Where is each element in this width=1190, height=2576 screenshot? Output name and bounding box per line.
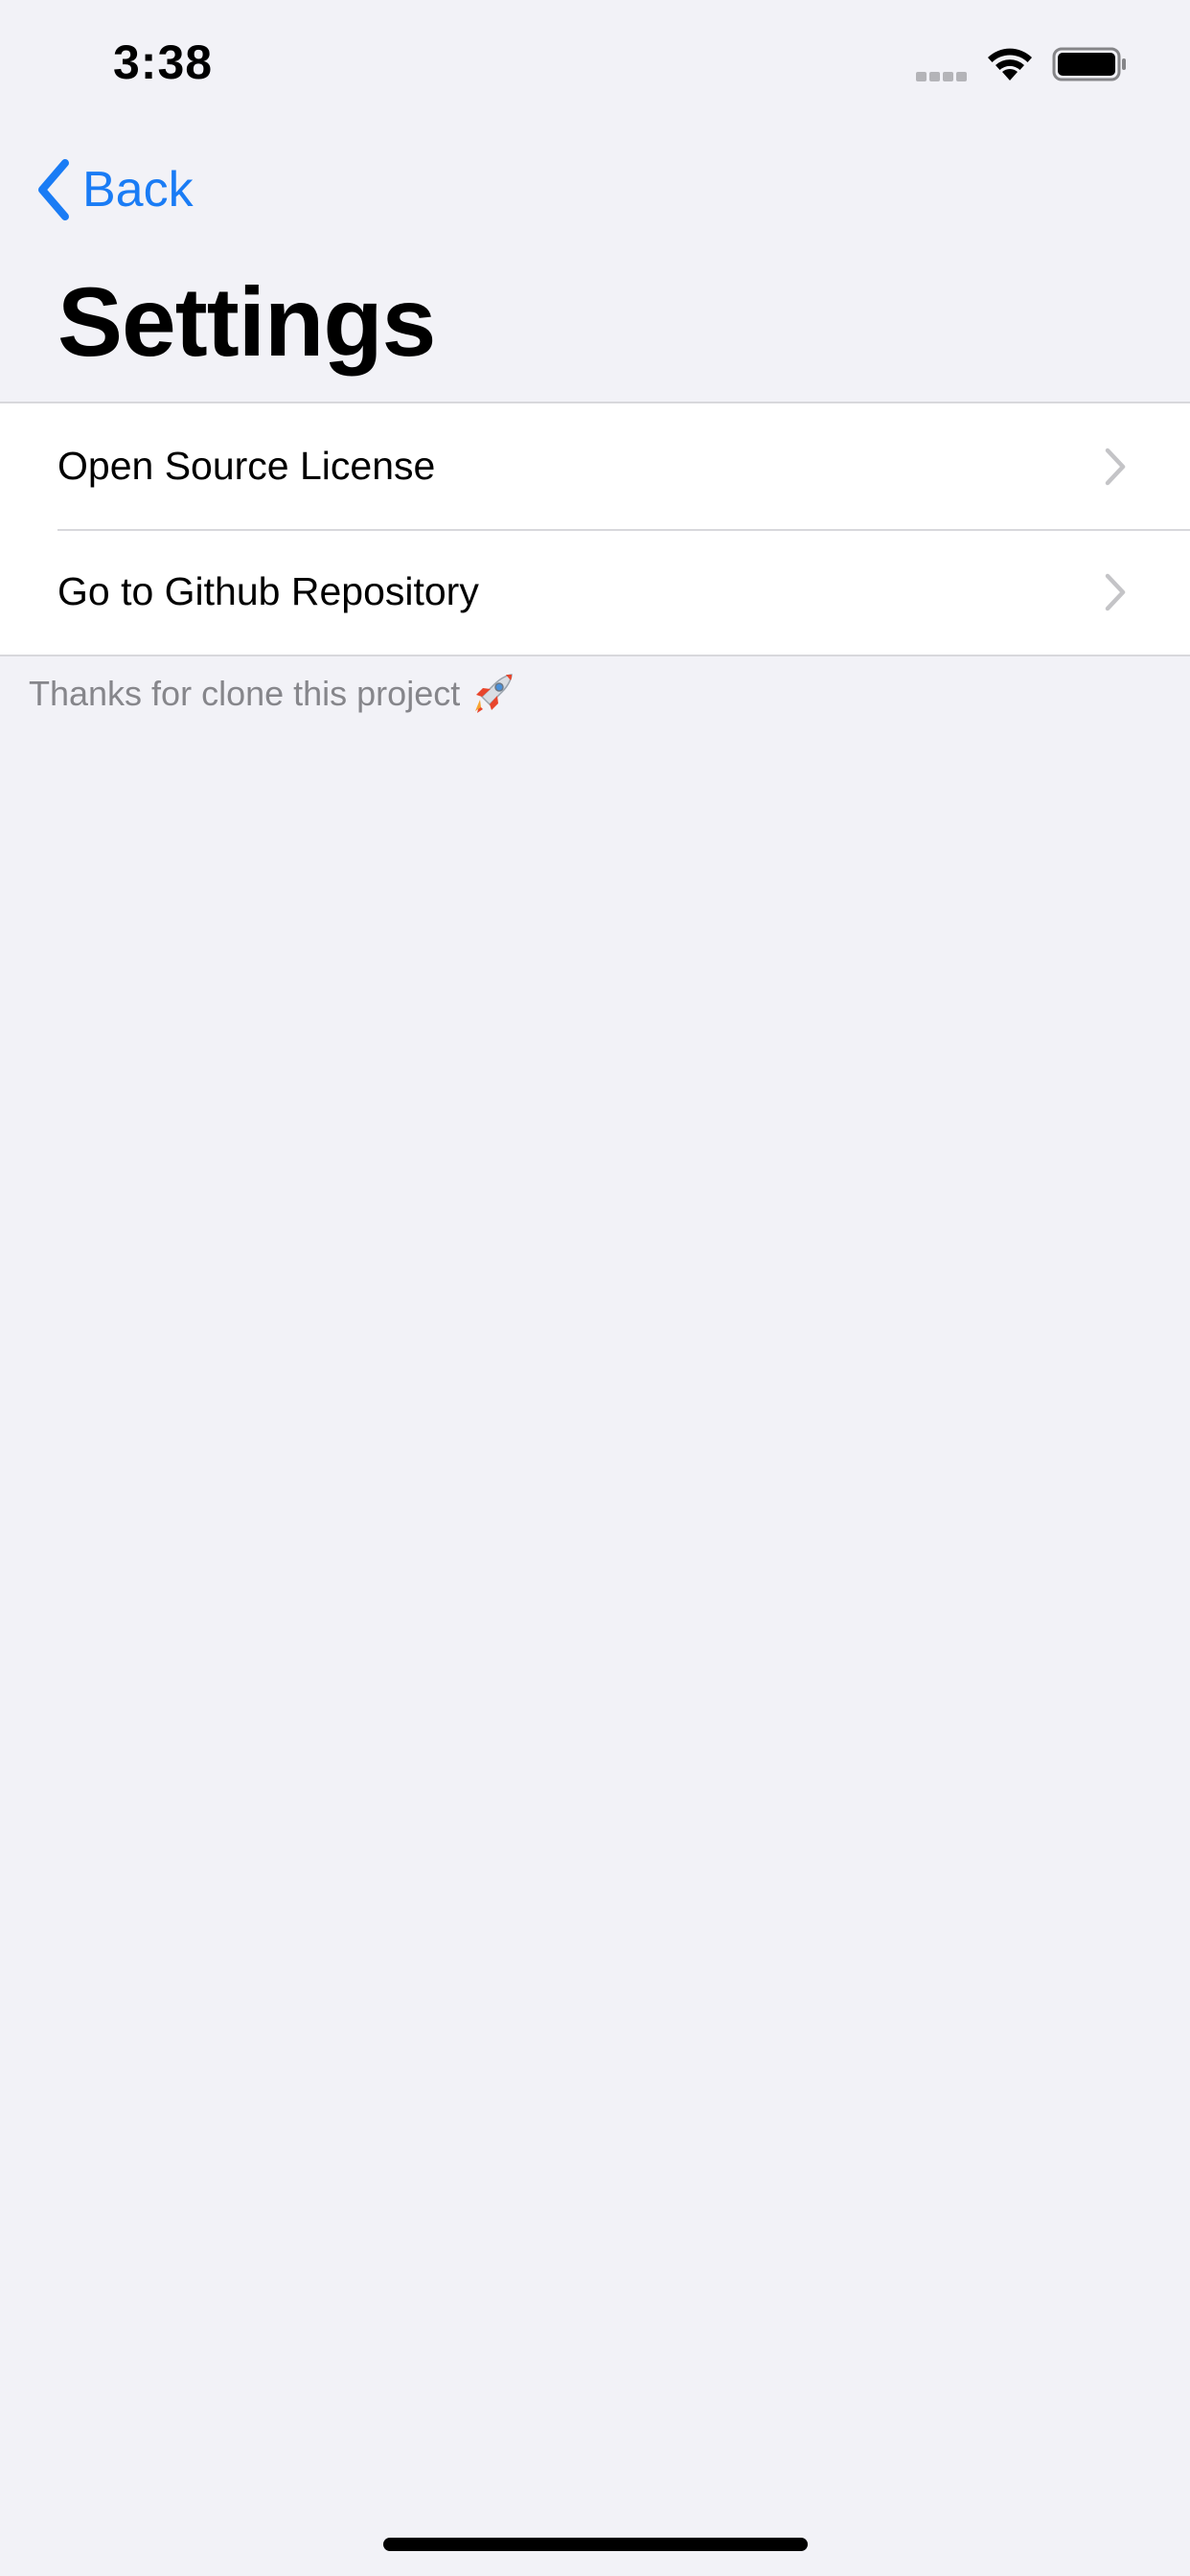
battery-icon: [1052, 47, 1126, 81]
rocket-icon: [475, 674, 513, 713]
open-source-license-row[interactable]: Open Source License: [0, 403, 1190, 529]
footer-note: Thanks for clone this project: [29, 671, 515, 717]
cellular-signal-icon: [916, 69, 972, 81]
footer-text: Thanks for clone this project: [29, 674, 461, 713]
page-title: Settings: [57, 267, 436, 377]
chevron-right-icon: [1105, 573, 1126, 610]
status-bar: 3:38: [0, 0, 1190, 126]
status-time: 3:38: [113, 35, 214, 89]
settings-list: Open Source License Go to Github Reposit…: [0, 402, 1190, 656]
github-repository-row[interactable]: Go to Github Repository: [0, 529, 1190, 655]
back-label: Back: [82, 162, 194, 218]
back-button[interactable]: Back: [34, 153, 194, 226]
chevron-right-icon: [1105, 448, 1126, 485]
wifi-icon: [988, 48, 1032, 80]
row-label: Go to Github Repository: [57, 569, 479, 613]
row-label: Open Source License: [57, 444, 436, 488]
chevron-left-icon: [38, 159, 69, 220]
home-indicator: [383, 2538, 808, 2551]
